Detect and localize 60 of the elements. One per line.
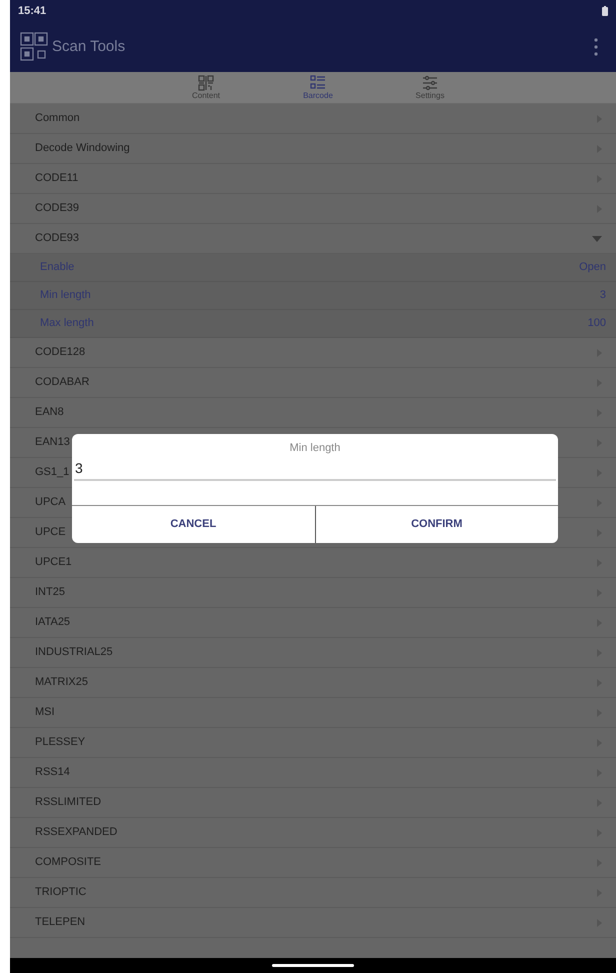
list-row[interactable]: INT25	[10, 578, 616, 608]
row-label: MATRIX25	[35, 675, 88, 690]
row-label: RSSEXPANDED	[35, 825, 118, 840]
row-label: UPCE1	[35, 555, 72, 570]
list-row[interactable]: CODABAR	[10, 368, 616, 398]
list-row[interactable]: RSSEXPANDED	[10, 818, 616, 848]
list-row[interactable]: RSS14	[10, 758, 616, 788]
list-row[interactable]: IATA25	[10, 608, 616, 638]
tab[interactable]: Settings	[374, 72, 486, 103]
tab[interactable]: Content	[150, 72, 262, 103]
row-label: GS1_1	[35, 465, 70, 480]
row-label: UPCE	[35, 525, 66, 540]
battery-icon	[602, 6, 608, 16]
row-label: COMPOSITE	[35, 855, 102, 870]
row-label: CODE93	[35, 231, 80, 246]
input-field[interactable]: 3	[74, 456, 556, 480]
row-label: TELEPEN	[35, 915, 86, 930]
list-row[interactable]: MSI	[10, 698, 616, 728]
list-row[interactable]: TELEPEN	[10, 908, 616, 938]
row-label: UPCA	[35, 495, 66, 510]
dialog-title: Min length	[290, 441, 340, 456]
list-row[interactable]: TRIOPTIC	[10, 878, 616, 908]
row-label: CODE128	[35, 345, 86, 360]
sliders-icon	[422, 74, 438, 90]
list-row[interactable]: Decode Windowing	[10, 134, 616, 164]
row-label: RSSLIMITED	[35, 795, 102, 810]
row-label: TRIOPTIC	[35, 885, 86, 900]
row-label: Decode Windowing	[35, 141, 130, 156]
list-row[interactable]: PLESSEY	[10, 728, 616, 758]
status-time: 15:41	[18, 4, 46, 19]
list-icon	[310, 74, 326, 90]
list-row[interactable]: CODE11	[10, 164, 616, 194]
more-menu-icon[interactable]	[594, 38, 598, 56]
row-label: CODE11	[35, 171, 78, 186]
row-label: INT25	[35, 585, 65, 600]
row-label: RSS14	[35, 765, 70, 780]
list-row[interactable]: Common	[10, 104, 616, 134]
list-row[interactable]: INDUSTRIAL25	[10, 638, 616, 668]
row-label: Common	[35, 111, 80, 126]
dialog-button[interactable]: CANCEL	[72, 506, 314, 542]
row-label: IATA25	[35, 615, 70, 630]
row-label: MSI	[35, 705, 55, 720]
dialog-button[interactable]: CONFIRM	[314, 506, 558, 542]
row-label: EAN13	[35, 435, 70, 450]
row-label: CODE39	[35, 201, 80, 216]
row-label: EAN8	[35, 405, 64, 420]
row-label: CODABAR	[35, 375, 90, 390]
list-row[interactable]: EAN8	[10, 398, 616, 428]
tab[interactable]: Barcode	[262, 72, 374, 103]
list-row[interactable]: CODE39	[10, 194, 616, 224]
qr-code-icon	[198, 74, 214, 90]
list-row[interactable]: CODE128	[10, 338, 616, 368]
list-row[interactable]: MATRIX25	[10, 668, 616, 698]
row-label: PLESSEY	[35, 735, 86, 750]
list-row[interactable]: RSSLIMITED	[10, 788, 616, 818]
list-row[interactable]: COMPOSITE	[10, 848, 616, 878]
row-label: INDUSTRIAL25	[35, 645, 113, 660]
app-title: Scan Tools	[52, 36, 126, 57]
app-logo-icon	[20, 32, 50, 62]
list-row[interactable]: UPCE1	[10, 548, 616, 578]
